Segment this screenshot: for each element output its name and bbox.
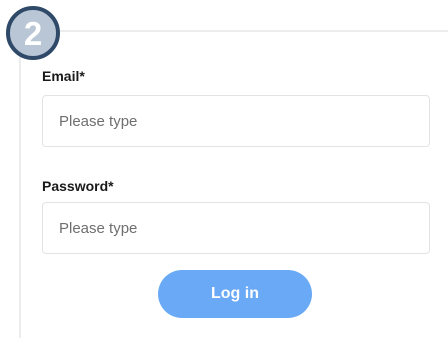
step-number-badge: 2 (6, 6, 60, 60)
password-label: Password* (42, 178, 114, 194)
step-number: 2 (23, 14, 43, 52)
password-input[interactable] (42, 202, 430, 254)
login-button[interactable]: Log in (158, 270, 312, 318)
email-input[interactable] (42, 95, 430, 147)
login-page: 2 Email* Password* Log in (0, 0, 448, 338)
email-label: Email* (42, 68, 85, 84)
